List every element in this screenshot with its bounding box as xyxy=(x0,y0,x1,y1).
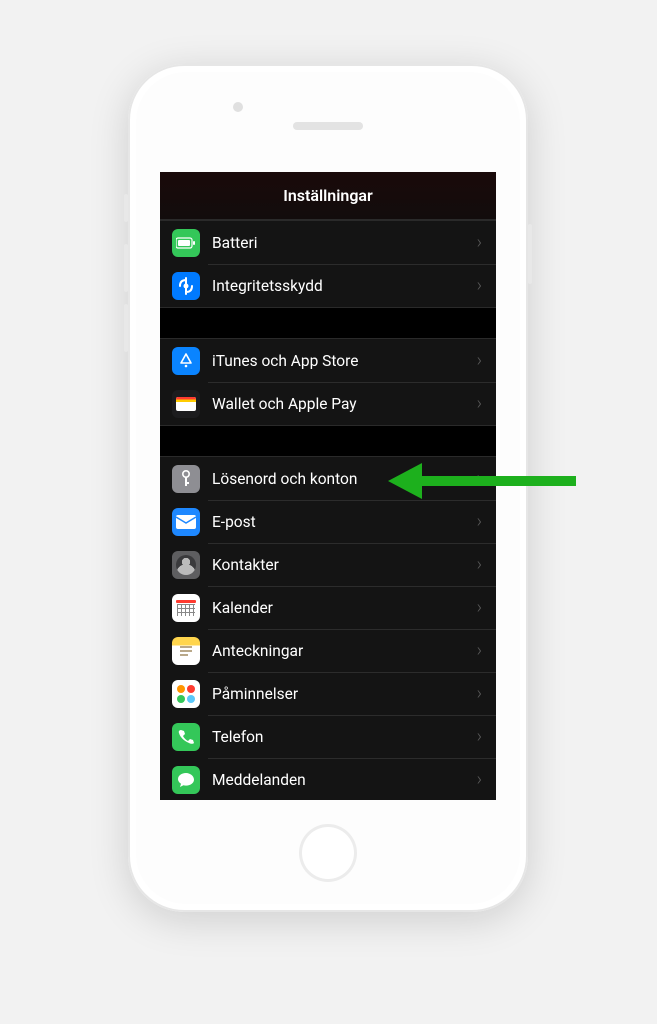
wallet-icon xyxy=(172,390,200,418)
group-separator xyxy=(160,308,496,338)
settings-row[interactable]: iTunes och App Store › xyxy=(160,339,496,382)
page-title: Inställningar xyxy=(283,186,373,205)
chevron-right-icon: › xyxy=(477,726,482,747)
passwords-icon xyxy=(172,465,200,493)
mail-icon xyxy=(172,508,200,536)
settings-group: Batteri › Integritetsskydd › xyxy=(160,220,496,308)
chevron-right-icon: › xyxy=(477,350,482,371)
chevron-right-icon: › xyxy=(477,393,482,414)
chevron-right-icon: › xyxy=(477,468,482,489)
battery-icon xyxy=(172,229,200,257)
settings-row[interactable]: Integritetsskydd › xyxy=(160,264,496,307)
reminders-icon xyxy=(172,680,200,708)
settings-row[interactable]: E-post › xyxy=(160,500,496,543)
row-label: iTunes och App Store xyxy=(212,352,471,370)
phone-body: Inställningar Batteri›Integritetsskydd›i… xyxy=(136,72,520,904)
navigation-bar: Inställningar xyxy=(160,172,496,220)
privacy-icon xyxy=(172,272,200,300)
settings-row[interactable]: Batteri › xyxy=(160,221,496,264)
home-button[interactable] xyxy=(299,824,357,882)
settings-group: iTunes och App Store›Wallet och Apple Pa… xyxy=(160,338,496,426)
settings-group: Lösenord och konton›E-post›Kontakter›Kal… xyxy=(160,456,496,800)
row-label: Batteri xyxy=(212,234,471,252)
phone-icon xyxy=(172,723,200,751)
front-camera xyxy=(233,102,243,112)
volume-up-button xyxy=(124,244,128,292)
speaker-grille xyxy=(293,122,363,130)
chevron-right-icon: › xyxy=(477,554,482,575)
settings-row[interactable]: Kalender › xyxy=(160,586,496,629)
settings-row[interactable]: Meddelanden › xyxy=(160,758,496,800)
phone-frame: Inställningar Batteri›Integritetsskydd›i… xyxy=(128,64,528,912)
chevron-right-icon: › xyxy=(477,683,482,704)
row-label: Meddelanden xyxy=(212,771,471,789)
settings-row[interactable]: Lösenord och konton › xyxy=(160,457,496,500)
contacts-icon xyxy=(172,551,200,579)
notes-icon xyxy=(172,637,200,665)
row-label: Kontakter xyxy=(212,556,471,574)
sleep-button xyxy=(528,224,532,284)
chevron-right-icon: › xyxy=(477,511,482,532)
chevron-right-icon: › xyxy=(477,597,482,618)
row-label: E-post xyxy=(212,513,471,531)
row-label: Anteckningar xyxy=(212,642,471,660)
group-separator xyxy=(160,426,496,456)
calendar-icon xyxy=(172,594,200,622)
screen: Inställningar Batteri›Integritetsskydd›i… xyxy=(160,172,496,800)
messages-icon xyxy=(172,766,200,794)
settings-row[interactable]: Kontakter › xyxy=(160,543,496,586)
appstore-icon xyxy=(172,347,200,375)
settings-row[interactable]: Wallet och Apple Pay › xyxy=(160,382,496,425)
chevron-right-icon: › xyxy=(477,769,482,790)
chevron-right-icon: › xyxy=(477,232,482,253)
row-label: Integritetsskydd xyxy=(212,277,471,295)
settings-row[interactable]: Påminnelser › xyxy=(160,672,496,715)
row-label: Wallet och Apple Pay xyxy=(212,395,471,413)
row-label: Påminnelser xyxy=(212,685,471,703)
row-label: Lösenord och konton xyxy=(212,470,471,488)
settings-row[interactable]: Anteckningar › xyxy=(160,629,496,672)
chevron-right-icon: › xyxy=(477,640,482,661)
row-label: Kalender xyxy=(212,599,471,617)
row-label: Telefon xyxy=(212,728,471,746)
mute-switch xyxy=(124,194,128,222)
settings-row[interactable]: Telefon › xyxy=(160,715,496,758)
settings-list[interactable]: Batteri›Integritetsskydd›iTunes och App … xyxy=(160,220,496,800)
chevron-right-icon: › xyxy=(477,275,482,296)
volume-down-button xyxy=(124,304,128,352)
